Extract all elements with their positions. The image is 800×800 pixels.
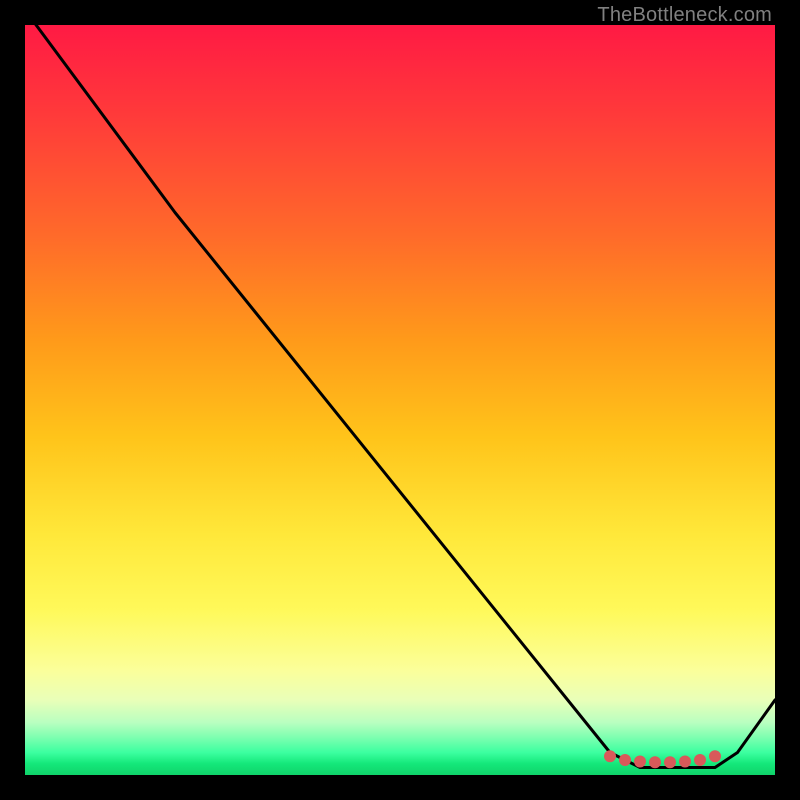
marker-dot [619,754,631,766]
marker-dot [694,754,706,766]
marker-dot [634,756,646,768]
marker-dot [679,756,691,768]
plot-area [25,25,775,775]
marker-dot [604,750,616,762]
marker-dot [649,756,661,768]
line-series-curve [25,25,775,768]
flat-region-markers [604,750,721,768]
chart-frame: TheBottleneck.com [0,0,800,800]
attribution-text: TheBottleneck.com [597,4,772,27]
chart-svg [25,25,775,775]
marker-dot [709,750,721,762]
marker-dot [664,756,676,768]
